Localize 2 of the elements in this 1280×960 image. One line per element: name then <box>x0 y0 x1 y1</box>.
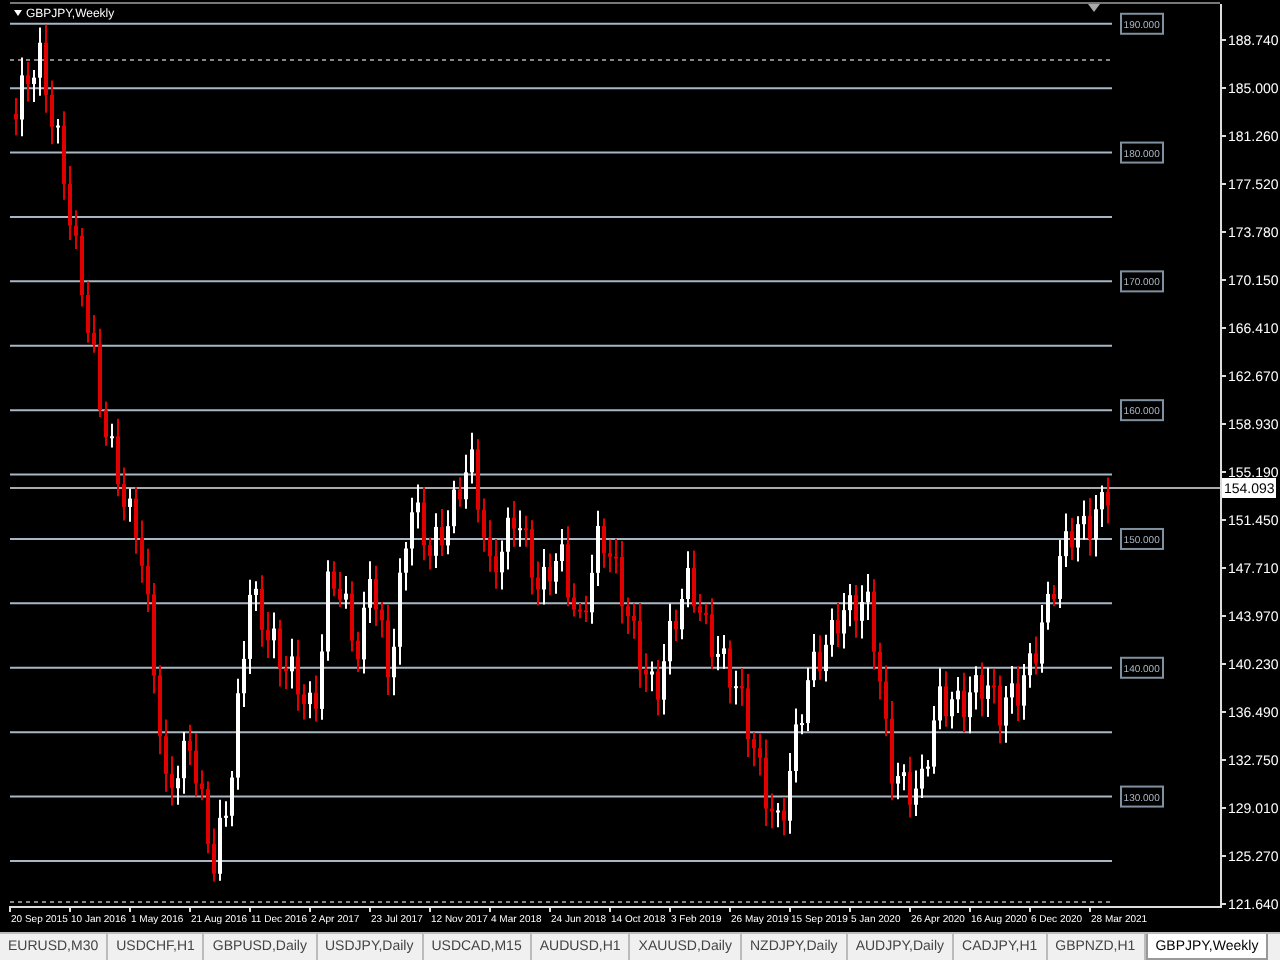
dropdown-triangle-icon[interactable] <box>14 10 22 16</box>
chart-shift-icon[interactable] <box>1088 4 1100 12</box>
